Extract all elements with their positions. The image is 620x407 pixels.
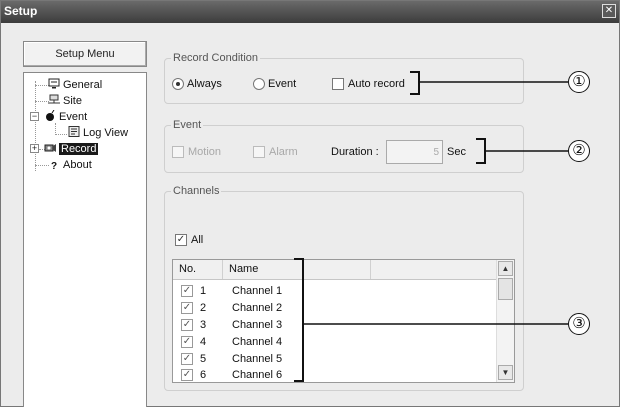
network-icon bbox=[48, 94, 60, 105]
checkbox-box[interactable]: ✓ bbox=[181, 335, 193, 348]
channel-row[interactable]: ✓ 5 Channel 5 bbox=[173, 350, 496, 367]
all-label: All bbox=[191, 234, 204, 246]
bomb-icon bbox=[44, 109, 56, 121]
tree-connector bbox=[35, 165, 49, 166]
channel-number: 6 bbox=[200, 368, 207, 381]
setup-window: Setup ✕ Setup Menu General Site − Event … bbox=[0, 0, 620, 407]
radio-indicator bbox=[253, 78, 265, 90]
all-channels-checkbox[interactable]: ✓ All bbox=[175, 234, 203, 246]
column-header-no[interactable]: No. bbox=[173, 260, 223, 279]
channel-name: Channel 6 bbox=[232, 368, 283, 381]
scroll-down-icon[interactable]: ▼ bbox=[498, 365, 513, 380]
tree-item-label: Event bbox=[59, 111, 88, 123]
channel-list-header: No. Name bbox=[173, 260, 496, 280]
callout-2: ② bbox=[568, 140, 590, 162]
record-condition-legend: Record Condition bbox=[173, 52, 258, 64]
alarm-label: Alarm bbox=[269, 146, 298, 158]
tree-item-event[interactable]: Event bbox=[44, 109, 88, 125]
always-label: Always bbox=[187, 78, 222, 90]
event-radio[interactable]: Event bbox=[253, 78, 296, 90]
channel-row[interactable]: ✓ 6 Channel 6 bbox=[173, 367, 496, 382]
monitor-icon bbox=[48, 78, 60, 89]
collapse-icon[interactable]: − bbox=[30, 112, 39, 121]
duration-unit: Sec bbox=[447, 146, 466, 158]
channel-number: 4 bbox=[200, 335, 207, 348]
duration-label: Duration : bbox=[331, 146, 379, 158]
callout-3: ③ bbox=[568, 313, 590, 335]
expand-icon[interactable]: + bbox=[30, 144, 39, 153]
checkbox-box bbox=[253, 146, 265, 158]
duration-input[interactable] bbox=[386, 140, 443, 164]
tree-item-label: Site bbox=[63, 95, 82, 107]
always-radio[interactable]: Always bbox=[172, 78, 222, 90]
checkbox-box[interactable]: ✓ bbox=[181, 284, 193, 297]
radio-indicator bbox=[172, 78, 184, 90]
channel-number: 5 bbox=[200, 352, 207, 365]
checkbox-box[interactable]: ✓ bbox=[181, 368, 193, 381]
channel-name: Channel 1 bbox=[232, 284, 283, 297]
checkbox-box bbox=[172, 146, 184, 158]
tree-connector bbox=[35, 85, 49, 86]
tree-connector bbox=[55, 134, 67, 135]
alarm-checkbox[interactable]: Alarm bbox=[253, 146, 298, 158]
title-bar: Setup ✕ bbox=[1, 1, 619, 23]
tree-item-label: Record bbox=[59, 143, 99, 155]
channel-row[interactable]: ✓ 2 Channel 2 bbox=[173, 299, 496, 316]
scroll-up-icon[interactable]: ▲ bbox=[498, 261, 513, 276]
tree-item-about[interactable]: ? About bbox=[48, 158, 92, 173]
list-scrollbar[interactable]: ▲ ▼ bbox=[496, 260, 514, 382]
close-icon[interactable]: ✕ bbox=[602, 4, 616, 18]
channel-number: 3 bbox=[200, 318, 207, 331]
motion-label: Motion bbox=[188, 146, 222, 158]
scroll-thumb[interactable] bbox=[498, 278, 513, 300]
checkbox-box: ✓ bbox=[175, 234, 187, 246]
tree-item-label: About bbox=[63, 159, 92, 171]
tree-item-label: Log View bbox=[83, 127, 129, 139]
tree-item-site[interactable]: Site bbox=[48, 94, 82, 109]
tree-item-log-view[interactable]: Log View bbox=[68, 126, 128, 141]
event-label: Event bbox=[268, 78, 297, 90]
callout-1: ① bbox=[568, 71, 590, 93]
channel-name: Channel 4 bbox=[232, 335, 283, 348]
event-legend: Event bbox=[173, 119, 202, 131]
auto-record-checkbox[interactable]: Auto record bbox=[332, 78, 405, 90]
camera-icon bbox=[44, 142, 56, 153]
channel-row[interactable]: ✓ 1 Channel 1 bbox=[173, 282, 496, 299]
tree-item-general[interactable]: General bbox=[48, 78, 102, 93]
tree-item-label: General bbox=[63, 79, 103, 91]
channel-name: Channel 2 bbox=[232, 301, 283, 314]
channel-row[interactable]: ✓ 4 Channel 4 bbox=[173, 333, 496, 350]
channel-name: Channel 3 bbox=[232, 318, 283, 331]
checkbox-box bbox=[332, 78, 344, 90]
tree-connector bbox=[35, 81, 36, 171]
tree-item-record[interactable]: Record bbox=[44, 142, 99, 157]
column-header-name[interactable]: Name bbox=[223, 260, 371, 279]
channel-row[interactable]: ✓ 3 Channel 3 bbox=[173, 316, 496, 333]
window-title: Setup bbox=[4, 4, 38, 18]
setup-menu-tree: General Site − Event Log View + Record ?… bbox=[23, 72, 147, 407]
channel-list: No. Name ✓ 1 Channel 1 ✓ 2 Channel 2 ✓ 3 Chann… bbox=[172, 259, 515, 383]
channel-number: 1 bbox=[200, 284, 207, 297]
channel-name: Channel 5 bbox=[232, 352, 283, 365]
log-icon bbox=[68, 126, 80, 137]
question-icon: ? bbox=[50, 161, 58, 172]
checkbox-box[interactable]: ✓ bbox=[181, 301, 193, 314]
channels-legend: Channels bbox=[173, 185, 220, 197]
motion-checkbox[interactable]: Motion bbox=[172, 146, 221, 158]
channel-number: 2 bbox=[200, 301, 207, 314]
auto-record-label: Auto record bbox=[348, 78, 405, 90]
checkbox-box[interactable]: ✓ bbox=[181, 352, 193, 365]
checkbox-box[interactable]: ✓ bbox=[181, 318, 193, 331]
tree-connector bbox=[35, 101, 49, 102]
setup-menu-button[interactable]: Setup Menu bbox=[23, 41, 147, 67]
